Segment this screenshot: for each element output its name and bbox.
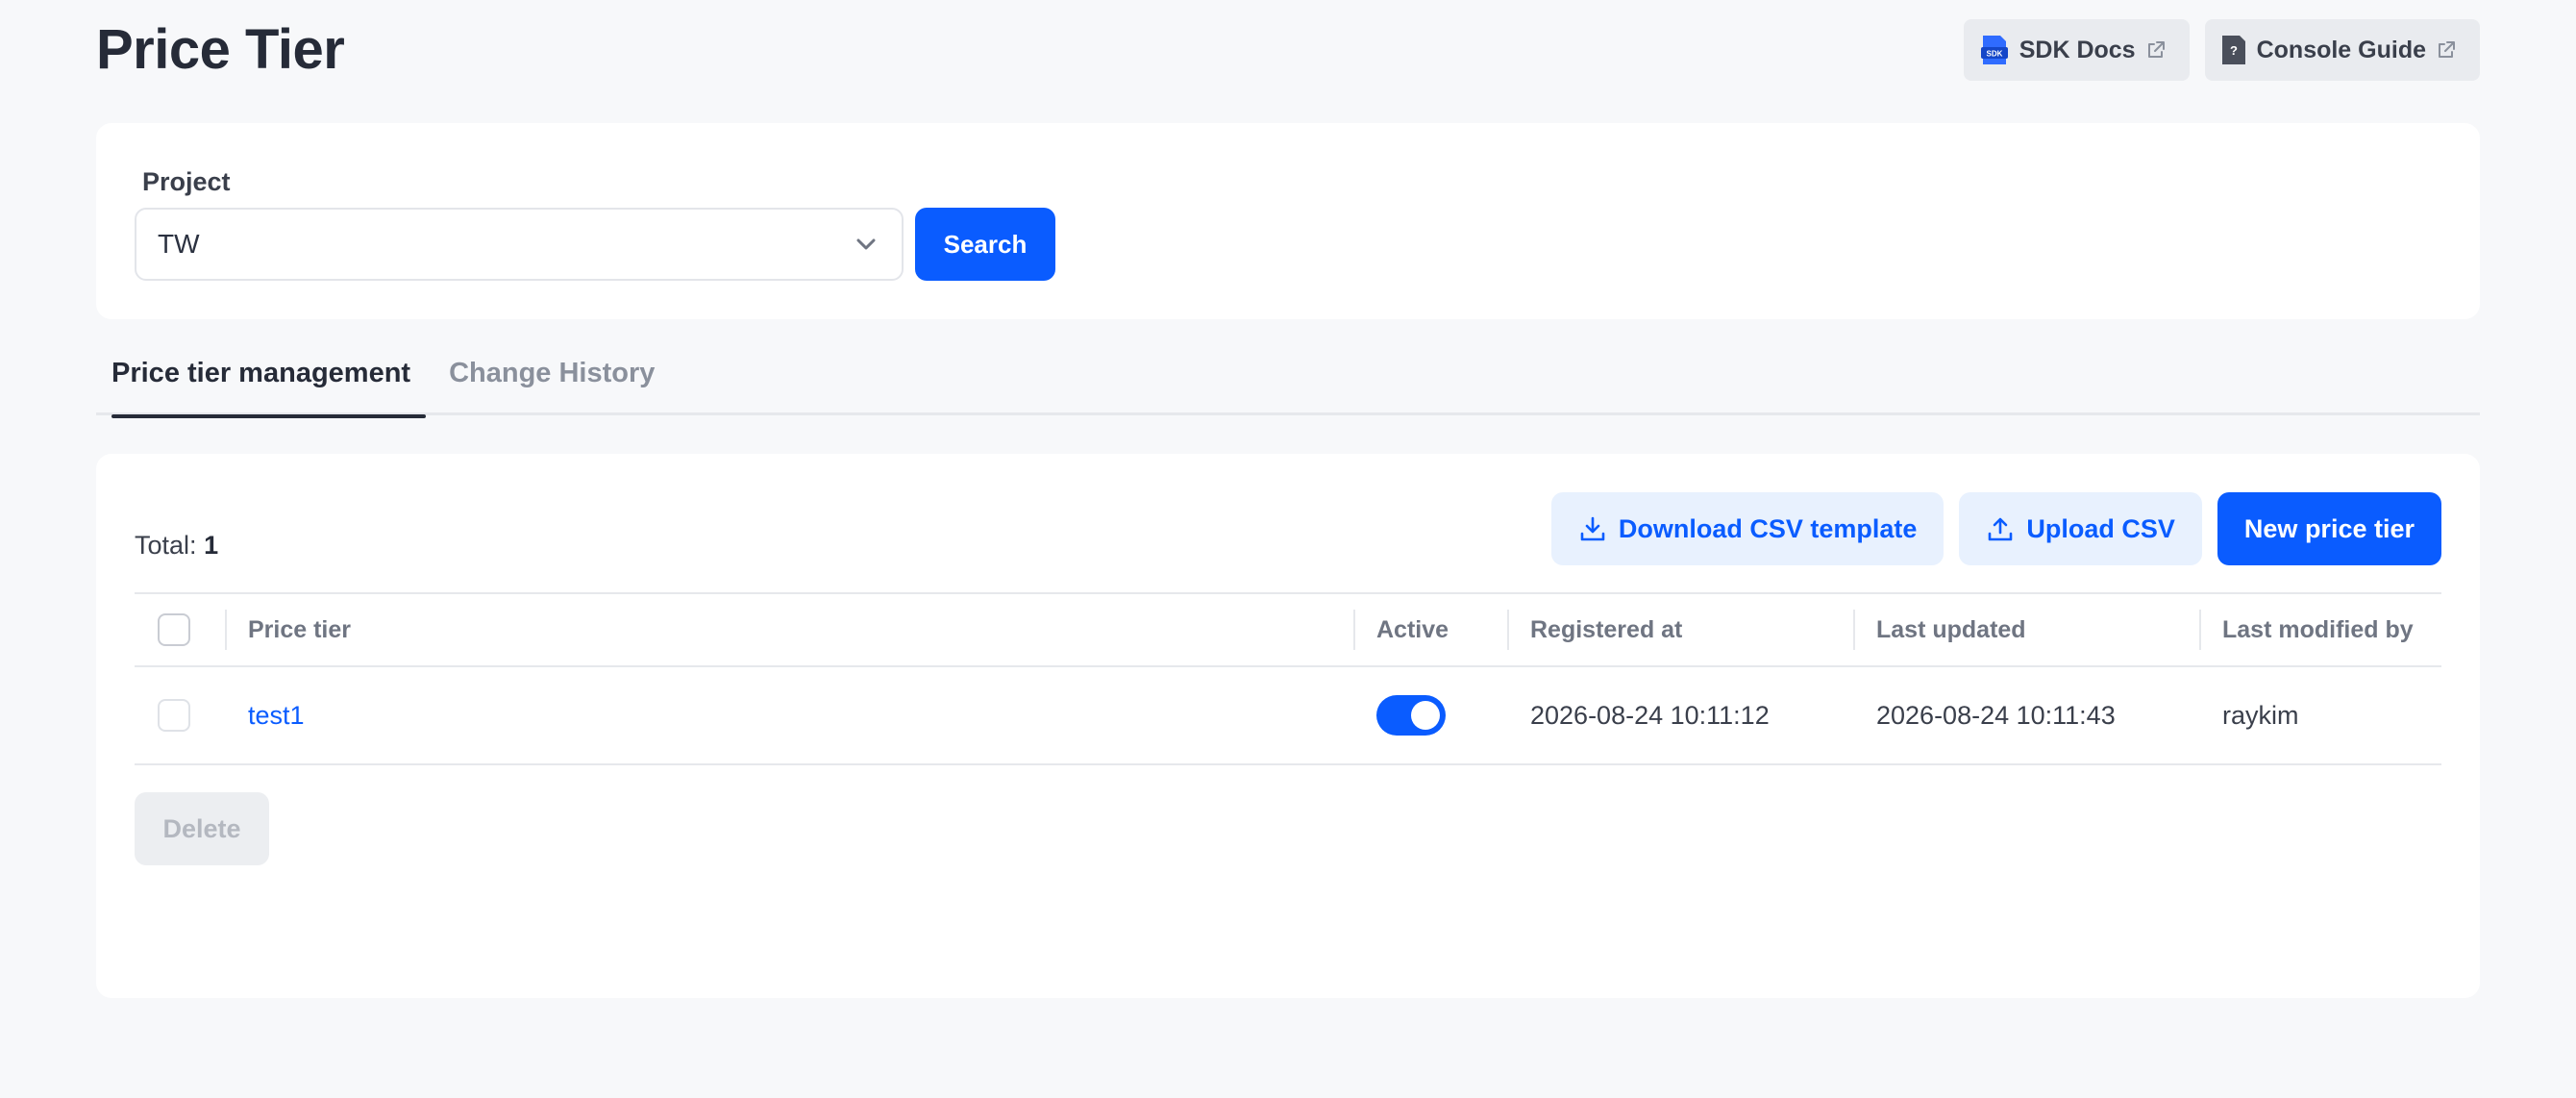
column-active[interactable]: Active: [1353, 593, 1507, 666]
page: Price Tier SDK SDK Docs ? Console Guide: [0, 0, 2576, 1098]
sdk-docs-label: SDK Docs: [2019, 36, 2136, 63]
last-modified-by-cell: raykim: [2222, 700, 2299, 730]
registered-at-cell: 2026-08-24 10:11:12: [1530, 700, 1770, 730]
upload-csv-label: Upload CSV: [2026, 513, 2175, 543]
toggle-knob: [1411, 701, 1440, 730]
external-link-icon: [2439, 41, 2455, 58]
table-header-row: Price tier Active Registered at Last upd…: [135, 593, 2441, 666]
search-card: Project TW Search: [96, 123, 2480, 319]
sdk-docs-button[interactable]: SDK SDK Docs: [1963, 19, 2190, 81]
active-cell: [1353, 666, 1507, 764]
download-csv-template-button[interactable]: Download CSV template: [1550, 492, 1944, 565]
header-links: SDK SDK Docs ? Console Guide: [1963, 19, 2480, 81]
console-guide-label: Console Guide: [2256, 36, 2426, 63]
project-select[interactable]: TW: [135, 208, 904, 281]
list-actions: Download CSV template Upload CSV New pri…: [1550, 492, 2441, 565]
guide-icon-text: ?: [2230, 43, 2238, 58]
price-tier-list-card: Total: 1 Download CSV template Upload CS…: [96, 454, 2480, 998]
tab-bar: Price tier management Change History: [96, 346, 2480, 418]
chevron-down-icon: [856, 238, 876, 250]
row-select-cell: [135, 666, 225, 764]
total-value: 1: [204, 531, 219, 560]
price-tier-link[interactable]: test1: [248, 701, 305, 730]
console-guide-button[interactable]: ? Console Guide: [2204, 19, 2480, 81]
download-icon: [1580, 516, 1605, 541]
sdk-doc-icon: SDK: [1980, 36, 2008, 64]
project-select-value: TW: [158, 229, 200, 259]
page-title: Price Tier: [96, 17, 345, 81]
upload-csv-button[interactable]: Upload CSV: [1959, 492, 2202, 565]
tab-change-history[interactable]: Change History: [426, 346, 670, 415]
guide-doc-icon: ?: [2221, 36, 2245, 64]
external-link-icon: [2147, 41, 2165, 58]
total-count: Total: 1: [135, 531, 218, 561]
upload-icon: [1989, 517, 2013, 541]
column-last-updated[interactable]: Last updated: [1853, 593, 2199, 666]
tab-price-tier-management[interactable]: Price tier management: [96, 346, 427, 418]
table-row: test1 2026-08-24 10:11:12 2026-08-24 10:…: [135, 666, 2441, 764]
project-label: Project: [142, 167, 231, 196]
search-button[interactable]: Search: [915, 208, 1055, 281]
column-last-modified-by[interactable]: Last modified by: [2199, 593, 2441, 666]
select-all-cell: [135, 593, 225, 666]
column-price-tier[interactable]: Price tier: [225, 593, 1353, 666]
page-header: Price Tier SDK SDK Docs ? Console Guide: [96, 0, 2480, 106]
row-checkbox[interactable]: [158, 699, 190, 732]
select-all-checkbox[interactable]: [158, 613, 190, 646]
delete-button[interactable]: Delete: [135, 792, 269, 865]
sdk-icon-text: SDK: [1986, 50, 2002, 59]
last-updated-cell: 2026-08-24 10:11:43: [1876, 700, 2116, 730]
column-registered-at[interactable]: Registered at: [1507, 593, 1853, 666]
new-price-tier-button[interactable]: New price tier: [2217, 492, 2441, 565]
total-label: Total:: [135, 531, 197, 560]
price-tier-table: Price tier Active Registered at Last upd…: [135, 592, 2441, 765]
download-csv-label: Download CSV template: [1618, 513, 1918, 543]
price-tier-cell: test1: [225, 666, 1353, 764]
active-toggle[interactable]: [1376, 695, 1446, 736]
